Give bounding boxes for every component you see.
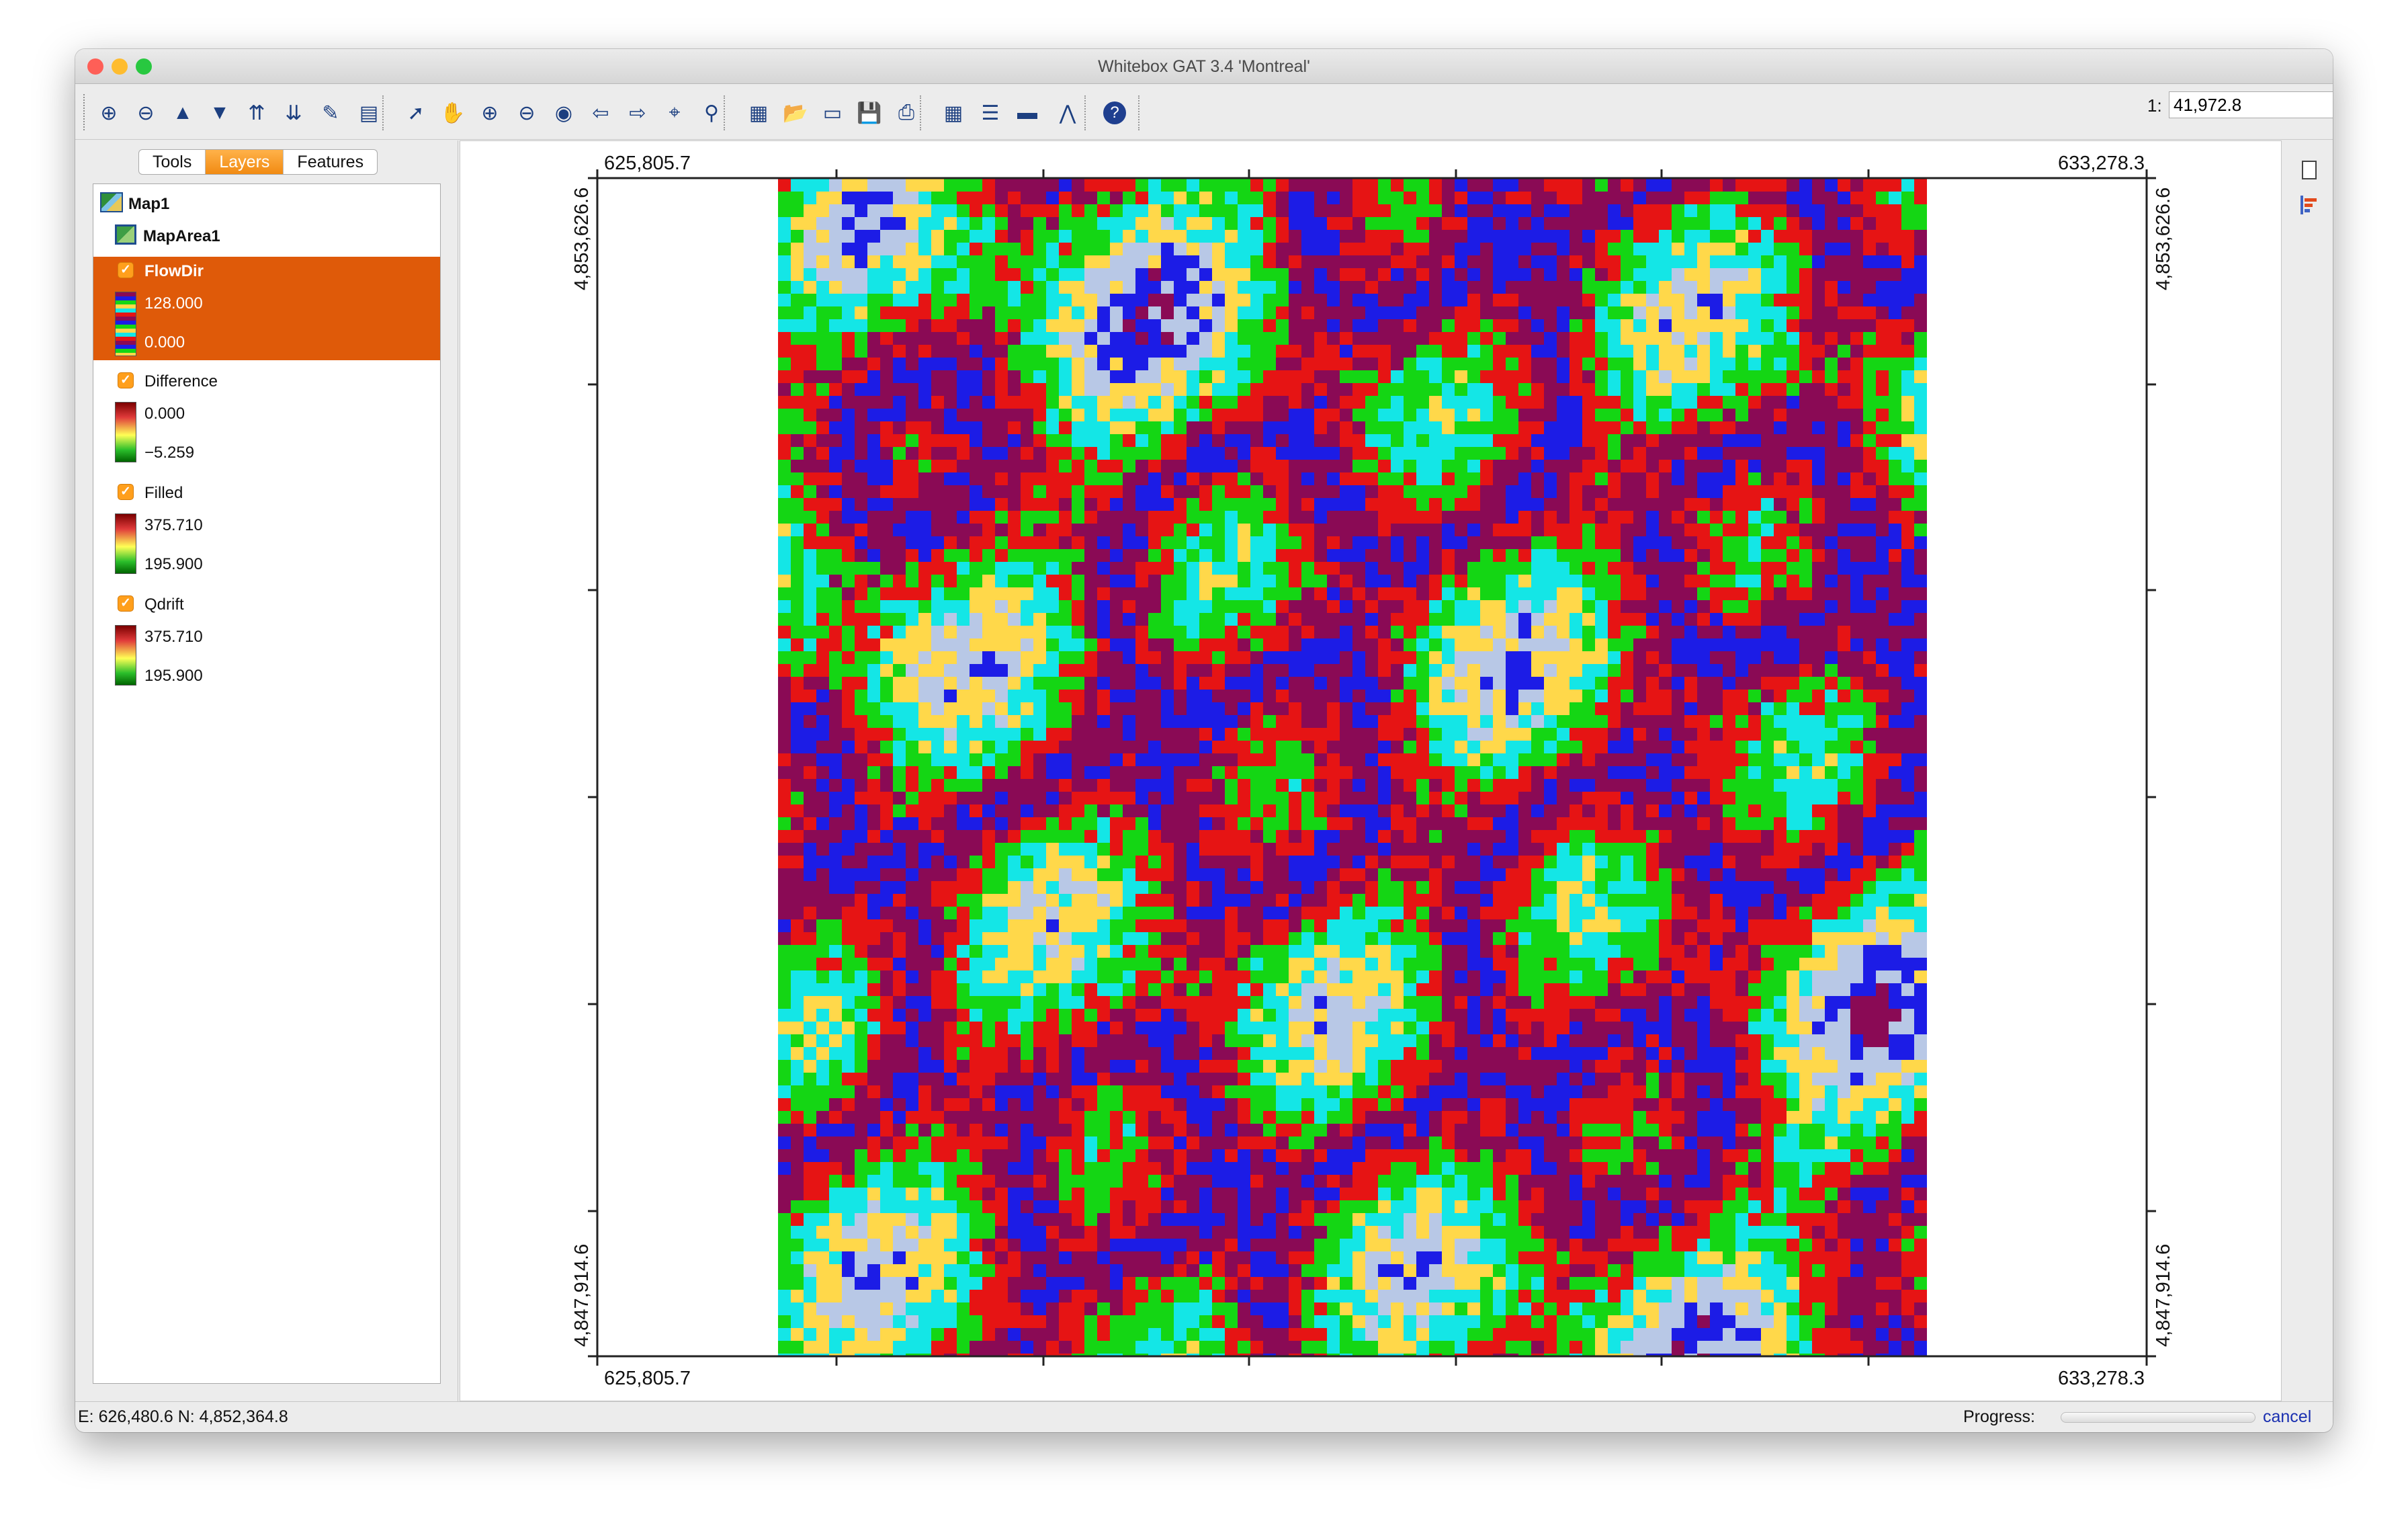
- open-folder-icon[interactable]: ▭: [818, 98, 847, 128]
- tree-item-map[interactable]: Map1: [93, 191, 440, 215]
- y-max-label-left: 4,853,626.6: [571, 188, 593, 290]
- elevation-color-ramp: [115, 625, 136, 686]
- app-window: Whitebox GAT 3.4 'Montreal' ⊕ ⊖ ▲ ▼ ⇈ ⇊ ✎ ▤ ➚ ✋ ⊕ ⊖…: [75, 49, 2333, 1432]
- y-min-label-right: 4,847,914.6: [2153, 1244, 2174, 1347]
- layer-name: Difference: [144, 372, 218, 390]
- tab-tools[interactable]: Tools: [139, 150, 206, 174]
- progress-bar: [2061, 1412, 2255, 1423]
- toolbar-separator: [1084, 95, 1086, 130]
- main-toolbar: ⊕ ⊖ ▲ ▼ ⇈ ⇊ ✎ ▤ ➚ ✋ ⊕ ⊖ ◉ ⇦ ⇨ ⌖ ⚲ ▦ 📂 ▭ 💾 ⎙ ▦ ☰ ▬ ⋀? 1:: [75, 85, 2333, 140]
- calculator-icon[interactable]: ▦: [939, 98, 968, 128]
- map-panel[interactable]: 625,805.7 633,278.3 625,805.7 633,278.3 …: [460, 140, 2282, 1401]
- next-extent-icon[interactable]: ⇨: [623, 98, 652, 128]
- remove-layer-icon[interactable]: ⊖: [131, 98, 161, 128]
- x-max-label-bottom: 633,278.3: [2058, 1368, 2145, 1389]
- layer-to-top-icon[interactable]: ⇈: [242, 98, 271, 128]
- layer-min-value: 0.000: [144, 333, 185, 351]
- layer-name: Qdrift: [144, 595, 184, 614]
- layers-tree: Map1 MapArea1 ✓ FlowDir 128.000 0.000 ✓ …: [93, 183, 441, 1384]
- raise-layer-icon[interactable]: ▲: [168, 98, 198, 128]
- map-area-icon: [115, 224, 136, 245]
- lower-layer-icon[interactable]: ▼: [205, 98, 234, 128]
- x-max-label-top: 633,278.3: [2058, 153, 2145, 174]
- x-min-label-top: 625,805.7: [604, 153, 691, 174]
- zoom-out-icon[interactable]: ⊖: [512, 98, 542, 128]
- layer-item-filled[interactable]: ✓ Filled 375.710 195.900: [93, 479, 440, 582]
- map-name: Map1: [128, 195, 170, 213]
- layer-min-value: −5.259: [144, 444, 195, 462]
- scroll-icon[interactable]: ☰: [976, 98, 1005, 128]
- status-bar: E: 626,480.6 N: 4,852,364.8 Progress: ca…: [75, 1401, 2333, 1432]
- legend-icon[interactable]: [2300, 196, 2318, 214]
- toolbar-grip[interactable]: [83, 94, 87, 130]
- measure-ruler-icon[interactable]: ▬: [1013, 98, 1042, 128]
- layer-min-value: 195.900: [144, 555, 203, 573]
- qualitative-color-ramp: [115, 292, 136, 356]
- tree-item-map-area[interactable]: MapArea1: [93, 223, 440, 247]
- zoom-to-selection-icon[interactable]: ⌖: [660, 98, 689, 128]
- layer-max-value: 375.710: [144, 516, 203, 534]
- sidebar-tabs: Tools Layers Features: [138, 149, 378, 175]
- layer-name: Filled: [144, 484, 183, 502]
- scale-label: 1:: [2147, 95, 2162, 116]
- print-map-icon[interactable]: ⎙: [892, 98, 921, 128]
- attribute-table-icon[interactable]: ▤: [354, 98, 384, 128]
- full-extent-globe-icon[interactable]: ◉: [549, 98, 578, 128]
- layer-to-bottom-icon[interactable]: ⇊: [279, 98, 308, 128]
- open-map-icon[interactable]: 📂: [781, 98, 810, 128]
- layer-item-flowdir[interactable]: ✓ FlowDir 128.000 0.000: [93, 257, 440, 360]
- map-canvas[interactable]: 625,805.7 633,278.3 625,805.7 633,278.3 …: [460, 141, 2281, 1401]
- map-icon: [100, 192, 123, 212]
- cancel-link[interactable]: cancel: [2263, 1407, 2311, 1427]
- digitize-line-icon[interactable]: ⋀: [1053, 98, 1082, 128]
- layer-properties-icon[interactable]: ✎: [316, 98, 345, 128]
- title-bar: Whitebox GAT 3.4 'Montreal': [75, 49, 2333, 84]
- layer-max-value: 375.710: [144, 628, 203, 646]
- y-max-label-right: 4,853,626.6: [2153, 188, 2174, 290]
- tab-features[interactable]: Features: [284, 150, 377, 174]
- map-area-name: MapArea1: [143, 227, 220, 245]
- layer-visibility-checkbox[interactable]: ✓: [118, 262, 134, 278]
- pan-hand-icon[interactable]: ✋: [438, 98, 468, 128]
- toolbar-separator: [382, 95, 384, 130]
- add-layer-icon[interactable]: ⊕: [94, 98, 124, 128]
- layer-max-value: 0.000: [144, 405, 185, 423]
- save-map-icon[interactable]: 💾: [855, 98, 884, 128]
- previous-extent-icon[interactable]: ⇦: [586, 98, 615, 128]
- select-feature-icon[interactable]: ➚: [401, 98, 431, 128]
- elevation-color-ramp: [115, 402, 136, 462]
- y-min-label-left: 4,847,914.6: [571, 1244, 593, 1347]
- progress-label: Progress:: [1963, 1407, 2035, 1426]
- zoom-in-icon[interactable]: ⊕: [475, 98, 505, 128]
- help-icon[interactable]: ?: [1103, 101, 1126, 124]
- document-icon[interactable]: [2302, 161, 2317, 179]
- new-map-icon[interactable]: ▦: [744, 98, 773, 128]
- layer-item-qdrift[interactable]: ✓ Qdrift 375.710 195.900: [93, 590, 440, 694]
- layer-item-difference[interactable]: ✓ Difference 0.000 −5.259: [93, 367, 440, 470]
- layer-visibility-checkbox[interactable]: ✓: [118, 484, 134, 500]
- window-title: Whitebox GAT 3.4 'Montreal': [1098, 57, 1310, 76]
- layer-name: FlowDir: [144, 262, 204, 280]
- layer-visibility-checkbox[interactable]: ✓: [118, 372, 134, 388]
- layer-visibility-checkbox[interactable]: ✓: [118, 595, 134, 612]
- toolbar-separator: [1138, 95, 1140, 130]
- toolbar-separator: [920, 95, 921, 130]
- flow-direction-raster: [778, 179, 1927, 1356]
- side-panel: Tools Layers Features Map1 MapArea1 ✓ Fl…: [75, 140, 458, 1401]
- toolbar-separator: [724, 95, 725, 130]
- elevation-color-ramp: [115, 513, 136, 574]
- layer-max-value: 128.000: [144, 294, 203, 313]
- right-toolbar: [2283, 140, 2333, 1401]
- tab-layers[interactable]: Layers: [206, 150, 284, 174]
- layer-min-value: 195.900: [144, 667, 203, 685]
- cursor-coordinates: E: 626,480.6 N: 4,852,364.8: [78, 1407, 288, 1426]
- zoom-box-icon[interactable]: ⚲: [697, 98, 726, 128]
- x-min-label-bottom: 625,805.7: [604, 1368, 691, 1389]
- map-scale-input[interactable]: [2169, 91, 2333, 118]
